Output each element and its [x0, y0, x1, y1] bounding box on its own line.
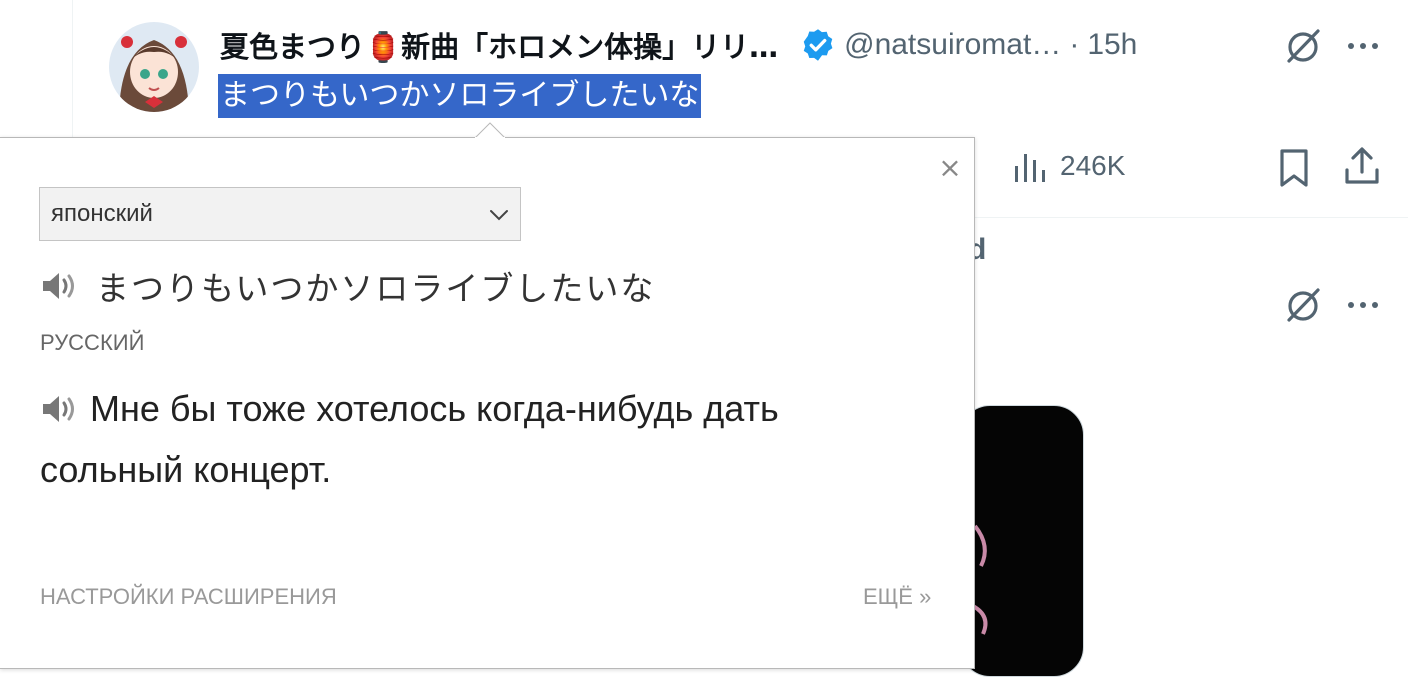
dot-separator: · — [1069, 28, 1080, 61]
more-icon[interactable] — [1345, 30, 1381, 62]
popup-arrow — [475, 122, 505, 138]
verified-badge-icon[interactable] — [800, 27, 836, 63]
share-icon[interactable] — [1344, 146, 1380, 186]
source-text-row: まつりもいつかソロライブしたいな — [40, 262, 655, 310]
tweet-divider — [975, 217, 1408, 218]
tweet-text[interactable]: まつりもいつかソロライブしたいな — [218, 74, 702, 118]
target-language-label[interactable]: РУССКИЙ — [40, 330, 144, 356]
views-icon[interactable] — [1012, 148, 1046, 186]
timestamp[interactable]: 15h — [1087, 28, 1137, 62]
avatar[interactable] — [109, 22, 199, 112]
source-language-value: японский — [51, 200, 153, 227]
handle[interactable]: @natsuiromat… — [844, 28, 1061, 62]
more-link[interactable]: ЕЩЁ » — [863, 584, 931, 610]
more-icon[interactable] — [1345, 289, 1381, 321]
avatar-image — [109, 22, 199, 112]
grok-icon[interactable] — [1282, 284, 1324, 326]
tweet-media[interactable] — [960, 405, 1084, 677]
media-image — [971, 524, 988, 635]
speaker-icon[interactable] — [40, 270, 80, 302]
translation-text: Мне бы тоже хотелось когда-нибудь дать с… — [40, 388, 779, 490]
speaker-icon[interactable] — [40, 393, 80, 425]
translation-block: Мне бы тоже хотелось когда-нибудь дать с… — [40, 378, 920, 500]
translator-popup: × японский まつりもいつかソロライブしたいな РУССКИЙ Мне … — [0, 122, 975, 669]
close-icon[interactable]: × — [938, 154, 962, 182]
display-name[interactable]: 夏色まつり🏮新曲「ホロメン体操」リリ… — [220, 24, 778, 66]
source-text: まつりもいつかソロライブしたいな — [96, 269, 656, 308]
grok-icon[interactable] — [1282, 25, 1324, 67]
tweet-header: 夏色まつり🏮新曲「ホロメン体操」リリ… @natsuiromat… · 15h — [220, 22, 1137, 68]
bookmark-icon[interactable] — [1278, 148, 1310, 188]
views-count[interactable]: 246K — [1060, 150, 1125, 182]
chevron-down-icon — [490, 210, 508, 221]
extension-settings-link[interactable]: НАСТРОЙКИ РАСШИРЕНИЯ — [40, 584, 337, 610]
source-language-select[interactable]: японский — [39, 187, 521, 241]
